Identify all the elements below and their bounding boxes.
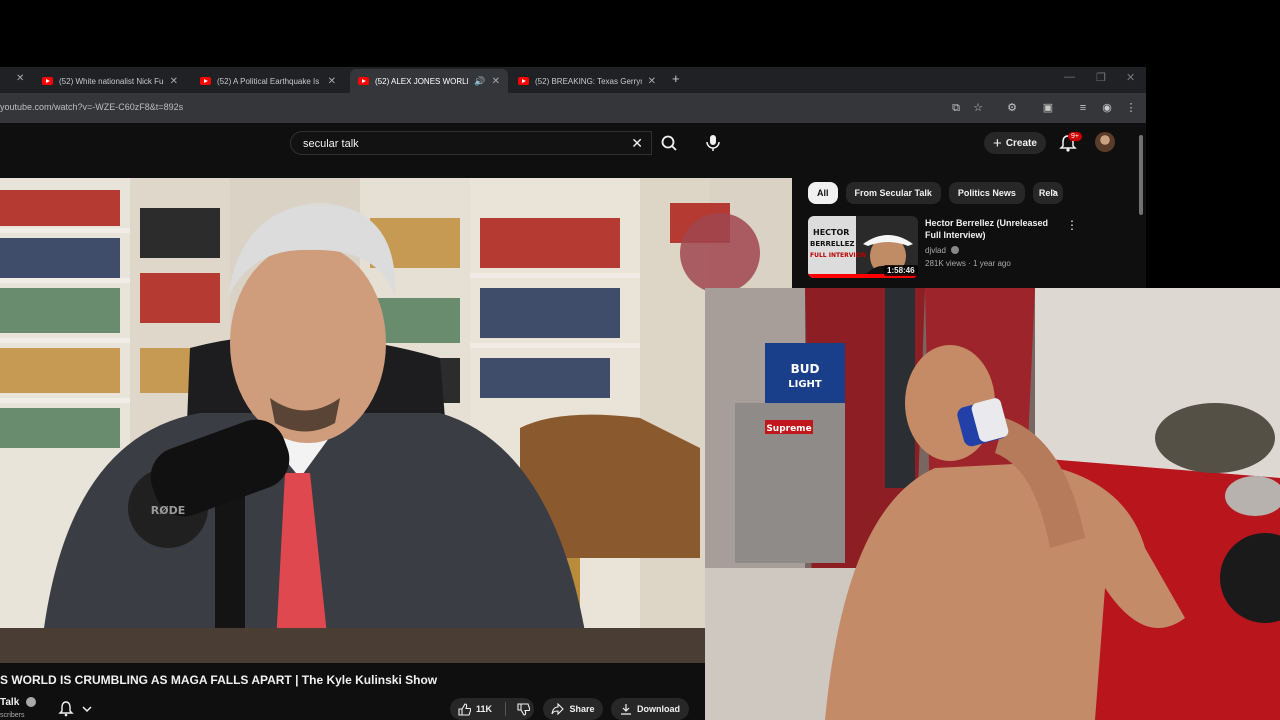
clear-search-icon[interactable]: ✕ <box>631 135 643 152</box>
share-button[interactable]: Share <box>543 698 603 720</box>
bookmark-star-icon[interactable]: ☆ <box>970 100 986 116</box>
window-close-icon[interactable]: ✕ <box>1126 71 1135 84</box>
fridge-sticker-text: Supreme <box>766 424 811 434</box>
speaker-icon[interactable]: 🔊 <box>474 76 485 87</box>
thumbs-down-icon[interactable] <box>517 702 531 716</box>
recommendation-meta: 281K views · 1 year ago <box>925 259 1011 268</box>
webcam-feed-image: Supreme BUD LIGHT <box>705 288 1280 720</box>
tab-close-icon[interactable]: ✕ <box>16 73 24 84</box>
tab-label: (52) BREAKING: Texas Gerryman <box>535 76 642 86</box>
youtube-favicon-icon <box>42 77 53 85</box>
profile-icon[interactable]: ◉ <box>1099 100 1115 116</box>
like-dislike-group: 11K <box>450 698 534 720</box>
sidepanel-icon[interactable]: ▣ <box>1040 100 1056 116</box>
verified-badge-icon <box>951 246 960 254</box>
plus-icon: + <box>993 134 1002 152</box>
menu-kebab-icon[interactable]: ⋮ <box>1123 100 1139 116</box>
pillow <box>1155 403 1275 473</box>
tab-label: (52) A Political Earthquake Is Be <box>217 76 322 86</box>
share-icon <box>551 703 565 715</box>
mic-brand-label: RØDE <box>151 504 185 517</box>
tab-label: (52) ALEX JONES WORLD IS <box>375 76 468 86</box>
video-player[interactable]: RØDE <box>0 178 792 663</box>
video-duration: 1:58:46 <box>884 265 918 276</box>
browser-tab-active[interactable]: (52) ALEX JONES WORLD IS 🔊 ✕ <box>350 69 508 93</box>
channel-name[interactable]: Talk <box>0 697 19 708</box>
download-button[interactable]: Download <box>611 698 689 720</box>
chip-all[interactable]: All <box>808 182 838 204</box>
like-button[interactable]: 11K <box>458 702 493 716</box>
download-label: Download <box>637 704 680 714</box>
subscription-bell-button[interactable] <box>58 700 98 718</box>
browser-tab[interactable]: (52) BREAKING: Texas Gerryman ✕ <box>510 69 664 93</box>
download-icon <box>621 704 631 715</box>
youtube-favicon-icon <box>200 77 211 85</box>
share-label: Share <box>569 704 595 714</box>
close-icon[interactable]: ✕ <box>170 76 178 87</box>
maximize-icon[interactable]: ❐ <box>1096 71 1106 84</box>
address-bar: youtube.com/watch?v=-WZE-C60zF8&t=892s ⧉… <box>0 93 1146 123</box>
cast-icon[interactable]: ⧉ <box>948 100 964 116</box>
search-icon <box>661 135 677 151</box>
minimize-icon[interactable]: — <box>1064 71 1075 83</box>
microphone-icon <box>706 135 720 151</box>
search-input[interactable]: secular talk ✕ <box>290 131 652 155</box>
video-title: S WORLD IS CRUMBLING AS MAGA FALLS APART… <box>0 673 438 687</box>
new-tab-button[interactable]: + <box>672 71 680 86</box>
verified-badge-icon <box>26 697 36 707</box>
beer-case-text-2: LIGHT <box>788 379 822 390</box>
browser-tab[interactable]: (52) A Political Earthquake Is Be ✕ <box>192 69 344 93</box>
voice-search-button[interactable] <box>699 131 727 155</box>
recommendation-title[interactable]: Hector Berrellez (Unreleased Full Interv… <box>925 217 1060 241</box>
tab-label: (52) White nationalist Nick Fue <box>59 76 164 86</box>
youtube-header: secular talk ✕ + Create 9+ <box>0 123 1146 163</box>
scrollbar-thumb[interactable] <box>1139 135 1143 215</box>
chevron-down-icon <box>82 706 92 713</box>
screen: ✕ (52) White nationalist Nick Fue ✕ (52)… <box>0 0 1280 720</box>
search-button[interactable] <box>652 131 686 155</box>
more-actions-icon[interactable]: ⋮ <box>1066 218 1078 232</box>
thumbs-up-icon <box>458 702 471 716</box>
media-controls-icon[interactable]: ≡ <box>1075 100 1091 116</box>
extensions-icon[interactable]: ⚙ <box>1004 100 1020 116</box>
video-frame-image: RØDE <box>0 178 792 663</box>
account-avatar[interactable] <box>1095 132 1115 152</box>
search-query: secular talk <box>303 138 359 150</box>
url-field[interactable]: youtube.com/watch?v=-WZE-C60zF8&t=892s <box>0 102 183 112</box>
tab-strip: ✕ (52) White nationalist Nick Fue ✕ (52)… <box>0 67 1146 93</box>
thumb-text-2: BERRELLEZ <box>810 240 854 248</box>
like-count: 11K <box>476 704 493 714</box>
chevron-right-icon[interactable]: › <box>1052 184 1056 199</box>
subscriber-count: scribers <box>0 712 25 719</box>
notification-badge: 9+ <box>1068 132 1082 141</box>
close-icon[interactable]: ✕ <box>648 76 656 87</box>
browser-tab[interactable]: (52) White nationalist Nick Fue ✕ <box>34 69 186 93</box>
thumb-text-3: FULL INTERVIEW <box>810 252 867 259</box>
flower-arrangement <box>680 213 760 293</box>
divider <box>505 702 507 716</box>
webcam-overlay: Supreme BUD LIGHT <box>705 288 1280 720</box>
youtube-favicon-icon <box>518 77 529 85</box>
chip-from-secular-talk[interactable]: From Secular Talk <box>845 182 941 204</box>
create-label: Create <box>1005 137 1037 149</box>
close-icon[interactable]: ✕ <box>328 76 336 87</box>
beer-case-text-1: BUD <box>791 362 820 376</box>
filter-chips: All From Secular Talk Politics News Rela <box>808 182 1063 204</box>
chip-politics-news[interactable]: Politics News <box>948 182 1025 204</box>
create-button[interactable]: + Create <box>984 132 1046 154</box>
thumb-text-1: HECTOR <box>813 228 849 237</box>
youtube-favicon-icon <box>358 77 369 85</box>
chip-related[interactable]: Rela <box>1032 182 1063 204</box>
recommendation-channel[interactable]: djvlad <box>925 246 960 255</box>
recommendation-channel-name: djvlad <box>925 246 946 255</box>
close-icon[interactable]: ✕ <box>492 76 500 87</box>
